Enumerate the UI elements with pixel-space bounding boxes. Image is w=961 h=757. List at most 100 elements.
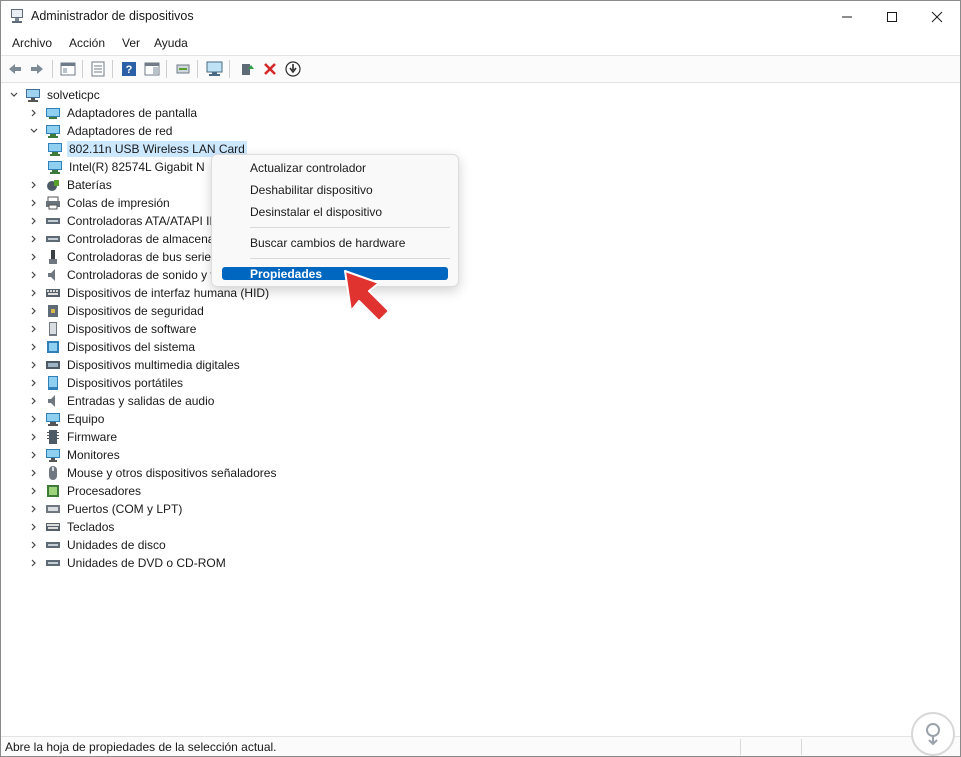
status-bar: Abre la hoja de propiedades de la selecc…	[1, 736, 960, 756]
menu-item-buscar-cambios-hardware[interactable]: Buscar cambios de hardware	[250, 236, 405, 250]
menu-item-deshabilitar-dispositivo[interactable]: Deshabilitar dispositivo	[250, 183, 373, 197]
tree-root[interactable]: solveticpc	[9, 86, 102, 104]
chevron-right-icon[interactable]	[29, 234, 39, 244]
tree-item-label: Adaptadores de pantalla	[67, 106, 198, 120]
tree-category-dispositivos-portatiles[interactable]: Dispositivos portátiles	[29, 374, 185, 392]
chevron-right-icon[interactable]	[29, 414, 39, 424]
tree-category-controladoras-ata-atapi-id[interactable]: Controladoras ATA/ATAPI ID	[29, 212, 220, 230]
tree-category-adaptadores-de-red[interactable]: Adaptadores de red	[29, 122, 174, 140]
tree-item-label: Adaptadores de red	[67, 124, 173, 138]
chevron-right-icon[interactable]	[29, 468, 39, 478]
tree-category-procesadores[interactable]: Procesadores	[29, 482, 143, 500]
chevron-right-icon[interactable]	[29, 486, 39, 496]
chevron-right-icon[interactable]	[29, 198, 39, 208]
tree-item-label: Colas de impresión	[67, 196, 170, 210]
chevron-right-icon[interactable]	[29, 324, 39, 334]
context-menu: Actualizar controlador Deshabilitar disp…	[211, 154, 459, 287]
tree-item-label: Unidades de disco	[67, 538, 166, 552]
tree-category-entradas-y-salidas-de-audio[interactable]: Entradas y salidas de audio	[29, 392, 216, 410]
chevron-right-icon[interactable]	[29, 396, 39, 406]
tree-category-colas-de-impresion[interactable]: Colas de impresión	[29, 194, 172, 212]
console-tree-button[interactable]	[58, 59, 78, 79]
status-divider	[740, 739, 741, 755]
tree-category-dispositivos-multimedia-digitales[interactable]: Dispositivos multimedia digitales	[29, 356, 242, 374]
system-device-icon	[45, 339, 61, 355]
tree-category-equipo[interactable]: Equipo	[29, 410, 106, 428]
disable-device-button[interactable]	[283, 59, 303, 79]
show-hide-console-tree-icon	[60, 62, 76, 76]
chevron-right-icon[interactable]	[29, 558, 39, 568]
menu-item-desinstalar-dispositivo[interactable]: Desinstalar el dispositivo	[250, 205, 382, 219]
help-button[interactable]: ?	[119, 59, 139, 79]
tree-item-label: Dispositivos portátiles	[67, 376, 184, 390]
tree-category-adaptadores-de-pantalla[interactable]: Adaptadores de pantalla	[29, 104, 199, 122]
chevron-right-icon[interactable]	[29, 450, 39, 460]
menu-accion[interactable]: Acción	[69, 36, 105, 50]
action-pane-button[interactable]	[142, 59, 162, 79]
scan-hardware-button[interactable]	[205, 59, 225, 79]
chevron-right-icon[interactable]	[29, 540, 39, 550]
chevron-right-icon[interactable]	[29, 306, 39, 316]
tree-category-controladoras-de-bus-serie-u[interactable]: Controladoras de bus serie u	[29, 248, 223, 266]
tree-category-baterias[interactable]: Baterías	[29, 176, 114, 194]
menu-item-propiedades[interactable]: Propiedades	[250, 267, 322, 281]
processor-icon	[45, 483, 61, 499]
menu-ayuda[interactable]: Ayuda	[154, 36, 188, 50]
chevron-right-icon[interactable]	[29, 288, 39, 298]
portable-device-icon	[45, 375, 61, 391]
chevron-right-icon[interactable]	[29, 108, 39, 118]
chevron-right-icon[interactable]	[29, 270, 39, 280]
pointer-arrow-icon	[344, 270, 390, 322]
enable-device-button[interactable]	[237, 59, 257, 79]
device-manager-app-icon	[11, 9, 23, 23]
menu-separator	[250, 227, 450, 228]
tree-category-monitores[interactable]: Monitores	[29, 446, 122, 464]
chevron-right-icon[interactable]	[29, 360, 39, 370]
tree-category-controladoras-de-sonido-y-v[interactable]: Controladoras de sonido y v	[29, 266, 218, 284]
tree-category-unidades-de-dvd-o-cd-rom[interactable]: Unidades de DVD o CD-ROM	[29, 554, 228, 572]
chevron-right-icon[interactable]	[29, 180, 39, 190]
uninstall-device-button[interactable]	[260, 59, 280, 79]
tree-category-teclados[interactable]: Teclados	[29, 518, 116, 536]
storage-controller-icon	[45, 231, 61, 247]
chevron-down-icon[interactable]	[29, 126, 39, 136]
chevron-right-icon[interactable]	[29, 342, 39, 352]
maximize-button[interactable]	[869, 1, 915, 32]
chevron-right-icon[interactable]	[29, 432, 39, 442]
menu-ver[interactable]: Ver	[122, 36, 140, 50]
minimize-button[interactable]	[824, 1, 870, 32]
tree-category-controladoras-de-almacena[interactable]: Controladoras de almacena	[29, 230, 216, 248]
watermark-logo	[911, 712, 955, 756]
tree-category-dispositivos-de-software[interactable]: Dispositivos de software	[29, 320, 198, 338]
dvd-drive-icon	[45, 555, 61, 571]
tree-category-puertos-com-y-lpt[interactable]: Puertos (COM y LPT)	[29, 500, 184, 518]
update-driver-button[interactable]	[173, 59, 193, 79]
tree-category-unidades-de-disco[interactable]: Unidades de disco	[29, 536, 168, 554]
tree-root-label: solveticpc	[47, 88, 100, 102]
chevron-right-icon[interactable]	[29, 522, 39, 532]
tree-item-label: Entradas y salidas de audio	[67, 394, 215, 408]
tree-category-mouse-y-otros-dispositivos-senaladores[interactable]: Mouse y otros dispositivos señaladores	[29, 464, 278, 482]
properties-button[interactable]	[88, 59, 108, 79]
chevron-right-icon[interactable]	[29, 252, 39, 262]
chevron-right-icon[interactable]	[29, 504, 39, 514]
menu-item-actualizar-controlador[interactable]: Actualizar controlador	[250, 161, 366, 175]
svg-text:?: ?	[126, 64, 133, 76]
menu-archivo[interactable]: Archivo	[12, 36, 52, 50]
back-button[interactable]	[5, 59, 25, 79]
chevron-down-icon[interactable]	[9, 90, 19, 100]
close-button[interactable]	[914, 1, 960, 32]
forward-button[interactable]	[27, 59, 47, 79]
tree-category-dispositivos-del-sistema[interactable]: Dispositivos del sistema	[29, 338, 197, 356]
tree-category-dispositivos-de-seguridad[interactable]: Dispositivos de seguridad	[29, 302, 206, 320]
network-card-icon	[47, 141, 63, 157]
close-icon	[931, 11, 943, 22]
tree-item-label: Teclados	[67, 520, 115, 534]
watermark-icon	[926, 723, 940, 746]
chevron-right-icon[interactable]	[29, 378, 39, 388]
network-card-icon	[47, 159, 63, 175]
tree-category-firmware[interactable]: Firmware	[29, 428, 119, 446]
display-adapter-icon	[45, 105, 61, 121]
tree-device-intel-r-82574l-gigabit-n[interactable]: Intel(R) 82574L Gigabit N	[47, 158, 207, 176]
chevron-right-icon[interactable]	[29, 216, 39, 226]
